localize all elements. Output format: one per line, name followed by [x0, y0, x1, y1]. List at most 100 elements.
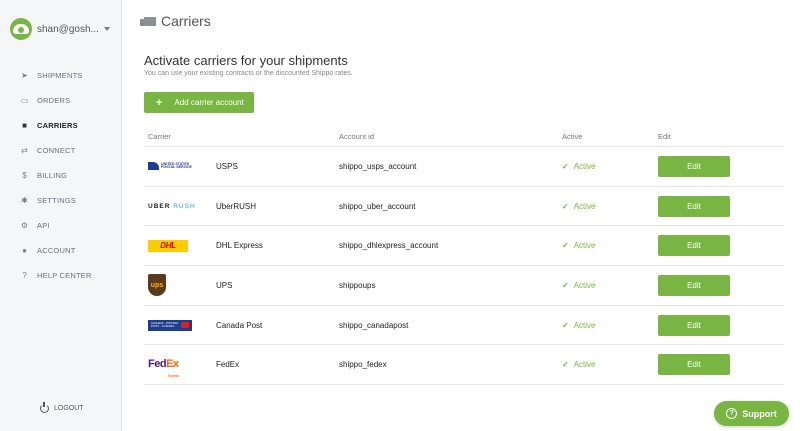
table-header: Carrier Account id Active Edit — [144, 126, 784, 147]
table-row: ups UPS shippoups ✓ Active Edit — [144, 266, 784, 306]
edit-cell: Edit — [658, 314, 784, 336]
carrier-logo: CANADA · POSTES POST · CANADA — [144, 319, 216, 331]
check-icon: ✓ — [562, 320, 569, 330]
carriers-table: Carrier Account id Active Edit UNITED ST… — [144, 126, 784, 386]
active-label: Active — [573, 320, 596, 330]
support-button[interactable]: ? Support — [714, 401, 789, 426]
truck-icon: ■ — [22, 121, 27, 130]
uber-text: UBER — [148, 202, 171, 210]
table-row: UNITED STATES POSTAL SERVICE USPS shippo_… — [144, 147, 784, 187]
carrier-logo: DHL — [144, 239, 216, 252]
check-icon: ✓ — [562, 161, 569, 171]
edit-cell: Edit — [658, 155, 784, 177]
check-icon: ✓ — [562, 280, 569, 290]
account-id: shippo_uber_account — [339, 201, 416, 211]
check-icon: ✓ — [562, 241, 569, 251]
carrier-logo: UBER RUSH — [144, 203, 216, 210]
logout-label: LOGOUT — [54, 405, 84, 412]
edit-cell: Edit — [658, 274, 784, 296]
canada-post-logo: CANADA · POSTES POST · CANADA — [148, 319, 192, 331]
exchange-icon: ⇄ — [21, 146, 28, 155]
fedex-express: Express — [167, 373, 179, 379]
add-carrier-account-label: Add carrier account — [174, 98, 244, 107]
rush-text: RUSH — [173, 202, 196, 210]
table-row: FedEx Express FedEx shippo_fedex ✓ Active… — [144, 345, 784, 386]
active-label: Active — [573, 161, 596, 171]
uberrush-logo: UBER RUSH — [148, 203, 196, 210]
account-id: shippo_fedex — [339, 360, 387, 370]
edit-button[interactable]: Edit — [658, 274, 730, 296]
carrier-logo: FedEx Express — [144, 358, 216, 379]
active-label: Active — [573, 360, 596, 370]
sidebar-item-billing[interactable]: $ BILLING — [0, 163, 121, 188]
cp-line2: POST · CANADA — [151, 324, 175, 329]
sidebar-item-label: ORDERS — [37, 96, 71, 105]
table-row: DHL DHL Express shippo_dhlexpress_accoun… — [144, 226, 784, 267]
power-icon — [40, 402, 49, 413]
header-account-id: Account id — [339, 131, 375, 141]
account-id: shippo_canadapost — [339, 320, 409, 330]
page-title-text: Carriers — [161, 13, 211, 29]
edit-button[interactable]: Edit — [658, 235, 730, 257]
user-menu[interactable]: shan@gosh... — [10, 18, 110, 40]
active-label: Active — [573, 241, 596, 251]
sidebar-item-shipments[interactable]: ➤ SHIPMENTS — [0, 63, 121, 88]
carrier-name: UPS — [216, 280, 233, 290]
edit-cell: Edit — [658, 235, 784, 257]
active-status: ✓ Active — [562, 241, 658, 250]
paper-plane-icon: ➤ — [21, 71, 28, 80]
plus-icon: + — [156, 96, 163, 109]
sidebar-item-connect[interactable]: ⇄ CONNECT — [0, 138, 121, 163]
sidebar-item-carriers[interactable]: ■ CARRIERS — [0, 113, 121, 138]
add-carrier-account-button[interactable]: + Add carrier account — [144, 92, 254, 113]
carrier-name: UberRUSH — [216, 201, 257, 211]
active-status: ✓ Active — [562, 321, 658, 330]
sidebar-item-label: BILLING — [37, 171, 68, 180]
header-edit: Edit — [658, 131, 671, 141]
carrier-name: FedEx — [216, 360, 240, 370]
usps-line2: POSTAL SERVICE — [161, 165, 192, 170]
active-status: ✓ Active — [562, 360, 658, 369]
sidebar-item-label: SETTINGS — [37, 196, 77, 205]
check-icon: ✓ — [562, 360, 569, 370]
sidebar-item-label: ACCOUNT — [37, 246, 76, 255]
dollar-icon: $ — [22, 171, 27, 180]
usps-logo: UNITED STATES POSTAL SERVICE — [148, 161, 192, 171]
sidebar-item-label: CARRIERS — [37, 121, 78, 130]
carrier-logo: ups — [144, 274, 216, 297]
header-active: Active — [562, 131, 583, 141]
fedex-fed: Fed — [148, 358, 167, 371]
fedex-logo: FedEx Express — [148, 358, 179, 379]
usps-logo-text: UNITED STATES POSTAL SERVICE — [161, 162, 192, 171]
edit-button[interactable]: Edit — [658, 354, 730, 376]
shippo-logo-icon — [10, 18, 32, 40]
header-carrier: Carrier — [148, 131, 171, 141]
support-label: Support — [742, 408, 777, 419]
sidebar-item-label: API — [37, 221, 50, 230]
sidebar-item-api[interactable]: ⚙ API — [0, 213, 121, 238]
edit-button[interactable]: Edit — [658, 195, 730, 217]
table-row: CANADA · POSTES POST · CANADA Canada Post… — [144, 306, 784, 346]
section-subheading: You can use your existing contracts or t… — [144, 70, 353, 77]
sidebar-item-help-center[interactable]: ? HELP CENTER — [0, 263, 121, 288]
table-row: UBER RUSH UberRUSH shippo_uber_account ✓… — [144, 187, 784, 227]
active-status: ✓ Active — [562, 162, 658, 171]
sidebar-item-account[interactable]: ● ACCOUNT — [0, 238, 121, 263]
logout-button[interactable]: LOGOUT — [40, 402, 84, 413]
edit-button[interactable]: Edit — [658, 314, 730, 336]
dhl-logo: DHL — [148, 239, 188, 252]
user-name: shan@gosh... — [37, 23, 99, 35]
carrier-name: Canada Post — [216, 320, 263, 330]
carrier-name: DHL Express — [216, 241, 263, 251]
sidebar-item-orders[interactable]: ▭ ORDERS — [0, 88, 121, 113]
sidebar-item-settings[interactable]: ✱ SETTINGS — [0, 188, 121, 213]
user-icon: ● — [22, 246, 27, 255]
edit-button[interactable]: Edit — [658, 155, 730, 177]
sidebar: shan@gosh... ➤ SHIPMENTS ▭ ORDERS ■ CARR… — [0, 0, 122, 431]
inbox-icon: ▭ — [20, 96, 29, 105]
active-status: ✓ Active — [562, 281, 658, 290]
check-icon: ✓ — [562, 201, 569, 211]
active-label: Active — [573, 201, 596, 211]
question-circle-icon: ? — [22, 271, 27, 280]
truck-icon — [140, 16, 156, 26]
